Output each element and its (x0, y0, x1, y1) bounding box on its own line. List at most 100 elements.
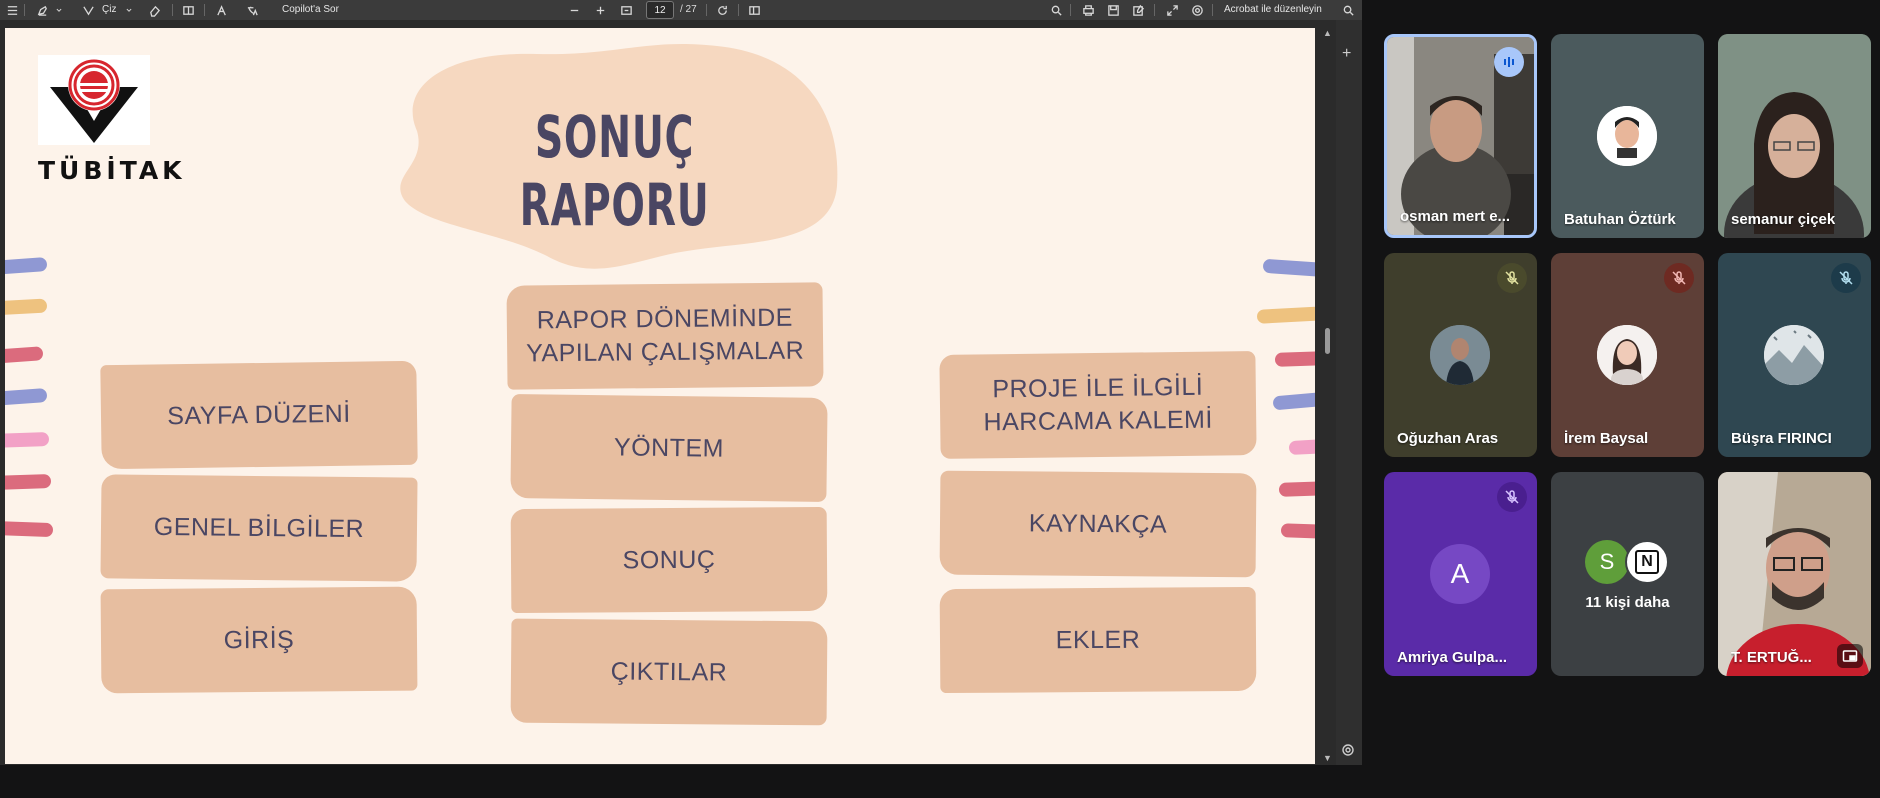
eraser-icon[interactable] (146, 0, 162, 20)
mic-off-icon (1497, 263, 1527, 293)
video-feed (1718, 34, 1871, 238)
pdf-viewer: Çiz Copilot'a Sor 12 / 27 Acrobat ile dü… (0, 0, 1362, 765)
avatar (1597, 325, 1657, 385)
card-label: ÇIKTILAR (610, 656, 728, 687)
slide-title: SONUÇ RAPORU (519, 103, 710, 239)
pdf-scrollbar[interactable]: ▲ ▼ (1320, 26, 1336, 765)
brush-stroke (5, 298, 48, 316)
brush-stroke (5, 431, 50, 449)
page-number-input[interactable]: 12 (646, 1, 674, 19)
copilot-button[interactable]: Copilot'a Sor (282, 0, 339, 20)
more-participants-tile[interactable]: S N 11 kişi daha (1551, 472, 1704, 676)
card-rapor-doneminde: RAPOR DÖNEMİNDE YAPILAN ÇALIŞMALAR (506, 282, 824, 390)
card-label: PROJE İLE İLGİLİ HARCAMA KALEMİ (983, 371, 1213, 440)
participant-tile[interactable]: Büşra FIRINCI (1718, 253, 1871, 457)
search-icon[interactable] (1340, 0, 1356, 20)
card-label: YÖNTEM (613, 432, 725, 463)
highlighter-icon[interactable] (34, 0, 50, 20)
participant-tile[interactable]: İrem Baysal (1551, 253, 1704, 457)
pdf-toolbar: Çiz Copilot'a Sor 12 / 27 Acrobat ile dü… (0, 0, 1362, 20)
brush-stroke (5, 346, 44, 364)
participant-name: osman mert e... (1400, 208, 1511, 225)
brush-stroke (1288, 438, 1315, 456)
more-count-label: 11 kişi daha (1585, 594, 1670, 611)
add-icon[interactable]: + (1342, 46, 1351, 62)
card-label: GİRİŞ (223, 625, 295, 654)
avatar-initial: S (1599, 549, 1615, 574)
notion-icon: N (1635, 550, 1659, 574)
participant-tile[interactable]: Batuhan Öztürk (1551, 34, 1704, 238)
brush-stroke (1280, 523, 1315, 539)
draw-label[interactable]: Çiz (102, 0, 116, 20)
save-icon[interactable] (1105, 0, 1121, 20)
brush-stroke (1272, 391, 1315, 411)
logo-text: TÜBİTAK (38, 156, 186, 185)
participant-name: Büşra FIRINCI (1731, 430, 1832, 447)
audio-wave-icon (1494, 47, 1524, 77)
brush-stroke (5, 257, 48, 275)
zoom-in-icon[interactable] (592, 0, 608, 20)
brush-stroke (1256, 306, 1315, 324)
draw-icon[interactable] (80, 0, 96, 20)
chevron-down-icon[interactable] (54, 0, 64, 20)
participant-name: Amriya Gulpa... (1397, 649, 1508, 666)
participant-tile[interactable]: Oğuzhan Aras (1384, 253, 1537, 457)
participant-name: İrem Baysal (1564, 430, 1649, 447)
card-label: GENEL BİLGİLER (153, 512, 365, 543)
participant-name: Oğuzhan Aras (1397, 430, 1499, 447)
side-panel: + (1336, 20, 1362, 765)
acrobat-edit-button[interactable]: Acrobat ile düzenleyin (1224, 0, 1322, 20)
card-proje-harcama: PROJE İLE İLGİLİ HARCAMA KALEMİ (939, 351, 1257, 459)
rotate-icon[interactable] (714, 0, 730, 20)
mic-off-icon (1831, 263, 1861, 293)
page-view-icon[interactable] (746, 0, 762, 20)
card-label: SAYFA DÜZENİ (167, 399, 351, 430)
picture-in-picture-icon[interactable] (1837, 644, 1863, 668)
avatar (1597, 106, 1657, 166)
fullscreen-icon[interactable] (1164, 0, 1180, 20)
save-as-icon[interactable] (1130, 0, 1146, 20)
card-ekler: EKLER (939, 586, 1257, 694)
participant-name: semanur çiçek (1731, 211, 1836, 228)
card-label: EKLER (1055, 625, 1141, 654)
brush-stroke (5, 520, 54, 538)
participant-tile[interactable]: A Amriya Gulpa... (1384, 472, 1537, 676)
card-ciktilar: ÇIKTILAR (510, 618, 828, 726)
page-total: / 27 (680, 4, 697, 15)
settings-icon[interactable] (1189, 0, 1205, 20)
menu-list-icon[interactable] (4, 0, 20, 20)
card-label: SONUÇ (622, 545, 716, 574)
participant-tile[interactable]: osman mert e... (1384, 34, 1537, 238)
card-giris: GİRİŞ (100, 586, 418, 694)
slide-page: TÜBİTAK SONUÇ RAPORU SAYFA DÜZENİ GENEL … (5, 28, 1315, 764)
scroll-down-icon[interactable]: ▼ (1323, 753, 1332, 763)
search-icon[interactable] (1048, 0, 1064, 20)
zoom-out-icon[interactable] (566, 0, 582, 20)
scroll-up-icon[interactable]: ▲ (1323, 28, 1332, 38)
participant-tile[interactable]: semanur çiçek (1718, 34, 1871, 238)
card-yontem: YÖNTEM (510, 394, 828, 502)
fit-page-icon[interactable] (618, 0, 634, 20)
card-sayfa-duzeni: SAYFA DÜZENİ (100, 360, 418, 470)
avatar (1764, 325, 1824, 385)
mic-off-icon (1497, 482, 1527, 512)
translate-icon[interactable] (244, 0, 260, 20)
brush-stroke (1278, 481, 1315, 497)
card-line: HARCAMA KALEMİ (983, 405, 1213, 437)
participant-name: T. ERTUĞ... (1731, 649, 1812, 666)
card-genel-bilgiler: GENEL BİLGİLER (100, 474, 418, 582)
avatar (1430, 325, 1490, 385)
card-label: KAYNAKÇA (1028, 508, 1168, 539)
text-size-icon[interactable] (214, 0, 230, 20)
reading-view-icon[interactable] (180, 0, 196, 20)
tubitak-logo (38, 55, 150, 145)
chevron-down-icon[interactable] (124, 0, 134, 20)
settings-icon[interactable] (1341, 743, 1357, 759)
card-sonuc: SONUÇ (510, 506, 828, 614)
print-icon[interactable] (1080, 0, 1096, 20)
brush-stroke (1274, 351, 1315, 367)
card-line: PROJE İLE İLGİLİ (992, 372, 1204, 404)
card-kaynakca: KAYNAKÇA (939, 470, 1257, 578)
scroll-thumb[interactable] (1325, 328, 1330, 354)
participant-tile[interactable]: T. ERTUĞ... (1718, 472, 1871, 676)
